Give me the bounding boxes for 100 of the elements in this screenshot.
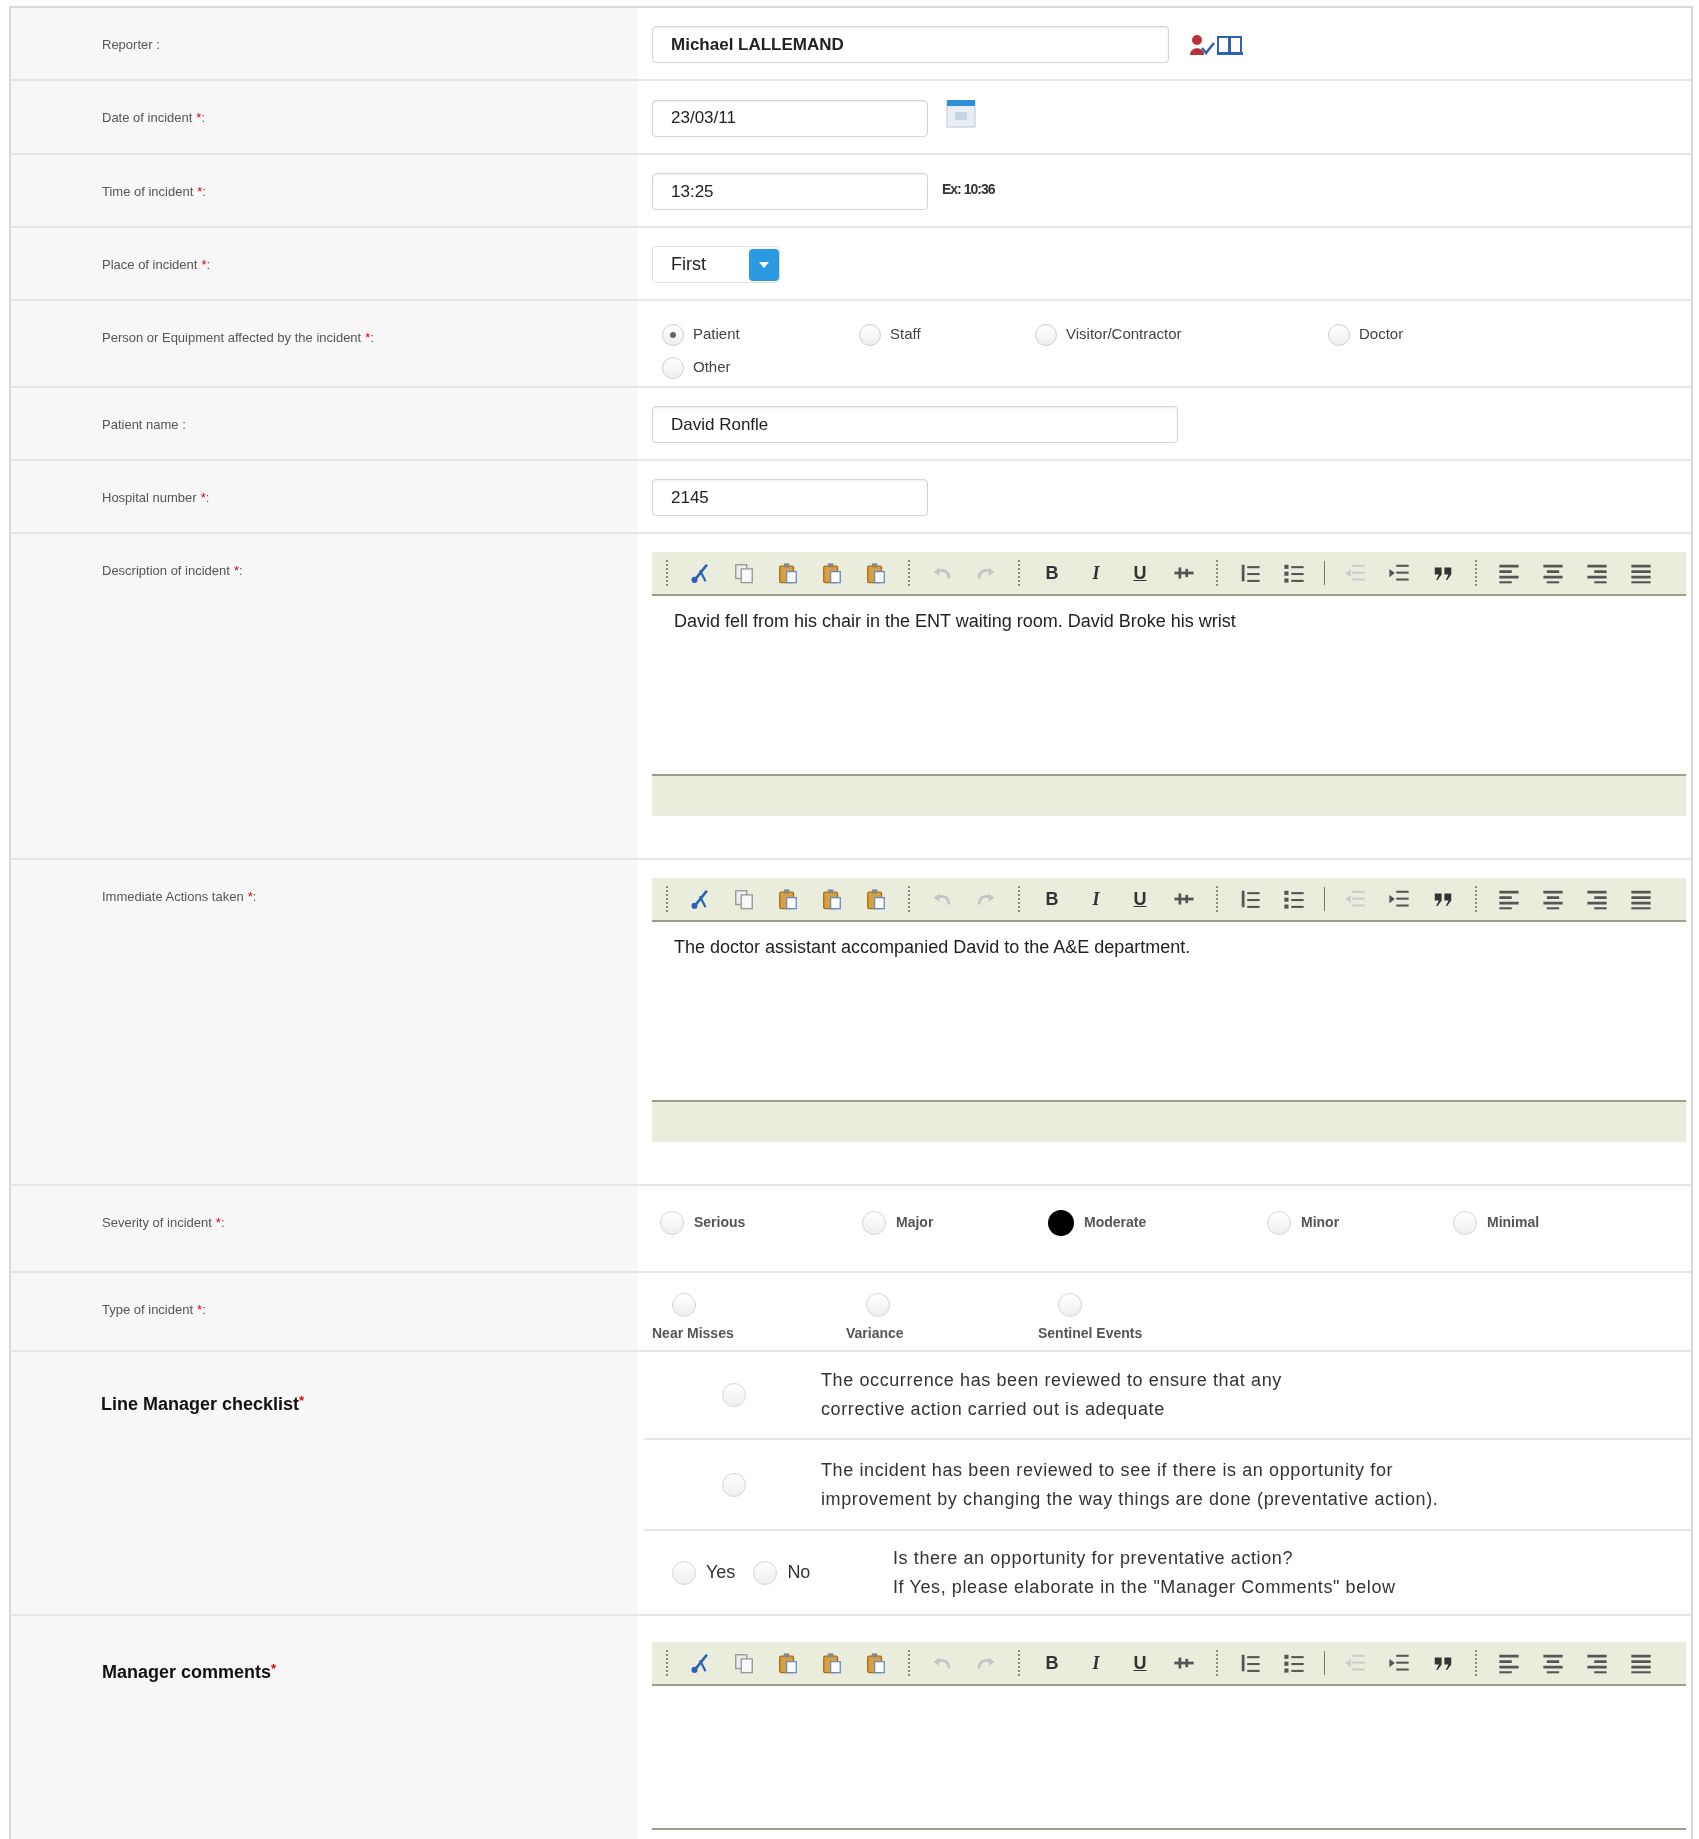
radio-button[interactable] bbox=[721, 1383, 746, 1407]
option-label: Serious bbox=[694, 1213, 746, 1232]
option-label: Variance bbox=[846, 1324, 905, 1343]
align-center-icon[interactable] bbox=[1542, 562, 1564, 584]
radio-button[interactable] bbox=[721, 1472, 746, 1497]
italic-button[interactable]: I bbox=[1092, 885, 1100, 913]
section-heading: Manager comments* bbox=[102, 1660, 277, 1684]
clipboard-icon[interactable] bbox=[865, 562, 887, 584]
bold-button[interactable]: B bbox=[1045, 1649, 1059, 1677]
radio-button[interactable] bbox=[1058, 1293, 1082, 1317]
field-label: Description of incident *: bbox=[102, 561, 243, 580]
clipboard-icon[interactable] bbox=[777, 562, 799, 584]
option-label: Yes bbox=[706, 1561, 736, 1584]
option-label: Sentinel Events bbox=[1038, 1324, 1144, 1343]
bulleted-list-icon[interactable] bbox=[1283, 888, 1305, 910]
radio-button[interactable] bbox=[662, 323, 684, 346]
book-icon[interactable] bbox=[1217, 33, 1243, 56]
radio-button[interactable] bbox=[662, 356, 684, 379]
reporter-field[interactable]: Michael LALLEMAND bbox=[652, 26, 1169, 63]
justify-icon[interactable] bbox=[1630, 1652, 1652, 1674]
field-label: Hospital number *: bbox=[102, 488, 210, 507]
radio-button[interactable] bbox=[672, 1293, 696, 1317]
radio-button[interactable] bbox=[1035, 323, 1057, 346]
align-right-icon[interactable] bbox=[1586, 562, 1608, 584]
numbered-list-icon[interactable] bbox=[1239, 562, 1261, 584]
option-label: Major bbox=[896, 1213, 934, 1232]
italic-button[interactable]: I bbox=[1092, 1649, 1100, 1677]
field-label: Date of incident *: bbox=[102, 108, 206, 127]
scissors-icon[interactable] bbox=[689, 562, 711, 584]
calendar-icon[interactable] bbox=[946, 99, 976, 129]
option-label: Moderate bbox=[1084, 1213, 1147, 1232]
radio-button[interactable] bbox=[753, 1560, 778, 1585]
underline-button[interactable]: U bbox=[1133, 1649, 1147, 1677]
number-field[interactable]: 2145 bbox=[652, 479, 928, 516]
clipboard-icon[interactable] bbox=[777, 888, 799, 910]
option-label: Staff bbox=[890, 324, 921, 345]
date-field[interactable]: 23/03/11 bbox=[652, 99, 928, 137]
option-label: Patient bbox=[693, 324, 740, 345]
field-label: Immediate Actions taken *: bbox=[102, 887, 257, 906]
indent-icon[interactable] bbox=[1388, 1652, 1410, 1674]
option-label: Minimal bbox=[1487, 1213, 1540, 1232]
name-field[interactable]: David Ronfle bbox=[652, 406, 1178, 443]
checklist-text: The occurrence has been reviewed to ensure that any corrective action carried out is adequate bbox=[821, 1369, 1282, 1421]
copy-icon[interactable] bbox=[733, 562, 755, 584]
bulleted-list-icon[interactable] bbox=[1283, 562, 1305, 584]
bold-button[interactable]: B bbox=[1045, 559, 1059, 587]
indent-icon[interactable] bbox=[1388, 562, 1410, 584]
option-label: Doctor bbox=[1359, 324, 1404, 345]
scissors-icon[interactable] bbox=[689, 888, 711, 910]
option-label: Minor bbox=[1301, 1213, 1340, 1232]
time-field[interactable]: 13:25 bbox=[652, 173, 928, 210]
place-select[interactable]: First bbox=[652, 246, 780, 283]
clipboard-icon[interactable] bbox=[821, 562, 843, 584]
align-right-icon[interactable] bbox=[1586, 888, 1608, 910]
align-left-icon[interactable] bbox=[1498, 1652, 1520, 1674]
clipboard-icon[interactable] bbox=[777, 1652, 799, 1674]
indent-icon[interactable] bbox=[1388, 888, 1410, 910]
option-label: No bbox=[787, 1561, 811, 1584]
clipboard-icon[interactable] bbox=[821, 1652, 843, 1674]
align-left-icon[interactable] bbox=[1498, 888, 1520, 910]
radio-button[interactable] bbox=[866, 1293, 890, 1317]
numbered-list-icon[interactable] bbox=[1239, 888, 1261, 910]
radio-button[interactable] bbox=[862, 1210, 886, 1235]
option-label: Other bbox=[693, 357, 731, 378]
align-center-icon[interactable] bbox=[1542, 1652, 1564, 1674]
user-check-icon[interactable] bbox=[1189, 33, 1215, 56]
scissors-icon[interactable] bbox=[689, 1652, 711, 1674]
radio-button[interactable] bbox=[1267, 1210, 1291, 1235]
align-center-icon[interactable] bbox=[1542, 888, 1564, 910]
copy-icon[interactable] bbox=[733, 1652, 755, 1674]
clipboard-icon[interactable] bbox=[865, 1652, 887, 1674]
field-label: Patient name : bbox=[102, 415, 186, 434]
copy-icon[interactable] bbox=[733, 888, 755, 910]
option-label: Visitor/Contractor bbox=[1066, 324, 1182, 345]
field-label: Place of incident *: bbox=[102, 255, 211, 274]
checklist-text: The incident has been reviewed to see if there is an opportunity for improvement by changing the way things are done (preventative action). bbox=[821, 1458, 1439, 1511]
radio-button[interactable] bbox=[1048, 1209, 1074, 1236]
align-left-icon[interactable] bbox=[1498, 562, 1520, 584]
bulleted-list-icon[interactable] bbox=[1283, 1652, 1305, 1674]
italic-button[interactable]: I bbox=[1092, 559, 1100, 587]
align-right-icon[interactable] bbox=[1586, 1652, 1608, 1674]
field-label: Time of incident *: bbox=[102, 182, 206, 201]
bold-button[interactable]: B bbox=[1045, 885, 1059, 913]
option-label: Near Misses bbox=[652, 1324, 735, 1343]
radio-button[interactable] bbox=[1453, 1210, 1477, 1235]
radio-button[interactable] bbox=[672, 1560, 696, 1585]
justify-icon[interactable] bbox=[1630, 888, 1652, 910]
justify-icon[interactable] bbox=[1630, 562, 1652, 584]
field-label: Reporter : bbox=[102, 35, 160, 54]
radio-button[interactable] bbox=[1328, 323, 1350, 346]
underline-button[interactable]: U bbox=[1133, 885, 1147, 913]
radio-button[interactable] bbox=[660, 1210, 684, 1235]
radio-button[interactable] bbox=[859, 323, 881, 346]
clipboard-icon[interactable] bbox=[865, 888, 887, 910]
underline-button[interactable]: U bbox=[1133, 559, 1147, 587]
field-label: Person or Equipment affected by the incident *: bbox=[102, 328, 374, 347]
numbered-list-icon[interactable] bbox=[1239, 1652, 1261, 1674]
clipboard-icon[interactable] bbox=[821, 888, 843, 910]
caret-icon bbox=[758, 260, 770, 269]
field-label: Type of incident *: bbox=[102, 1300, 206, 1319]
